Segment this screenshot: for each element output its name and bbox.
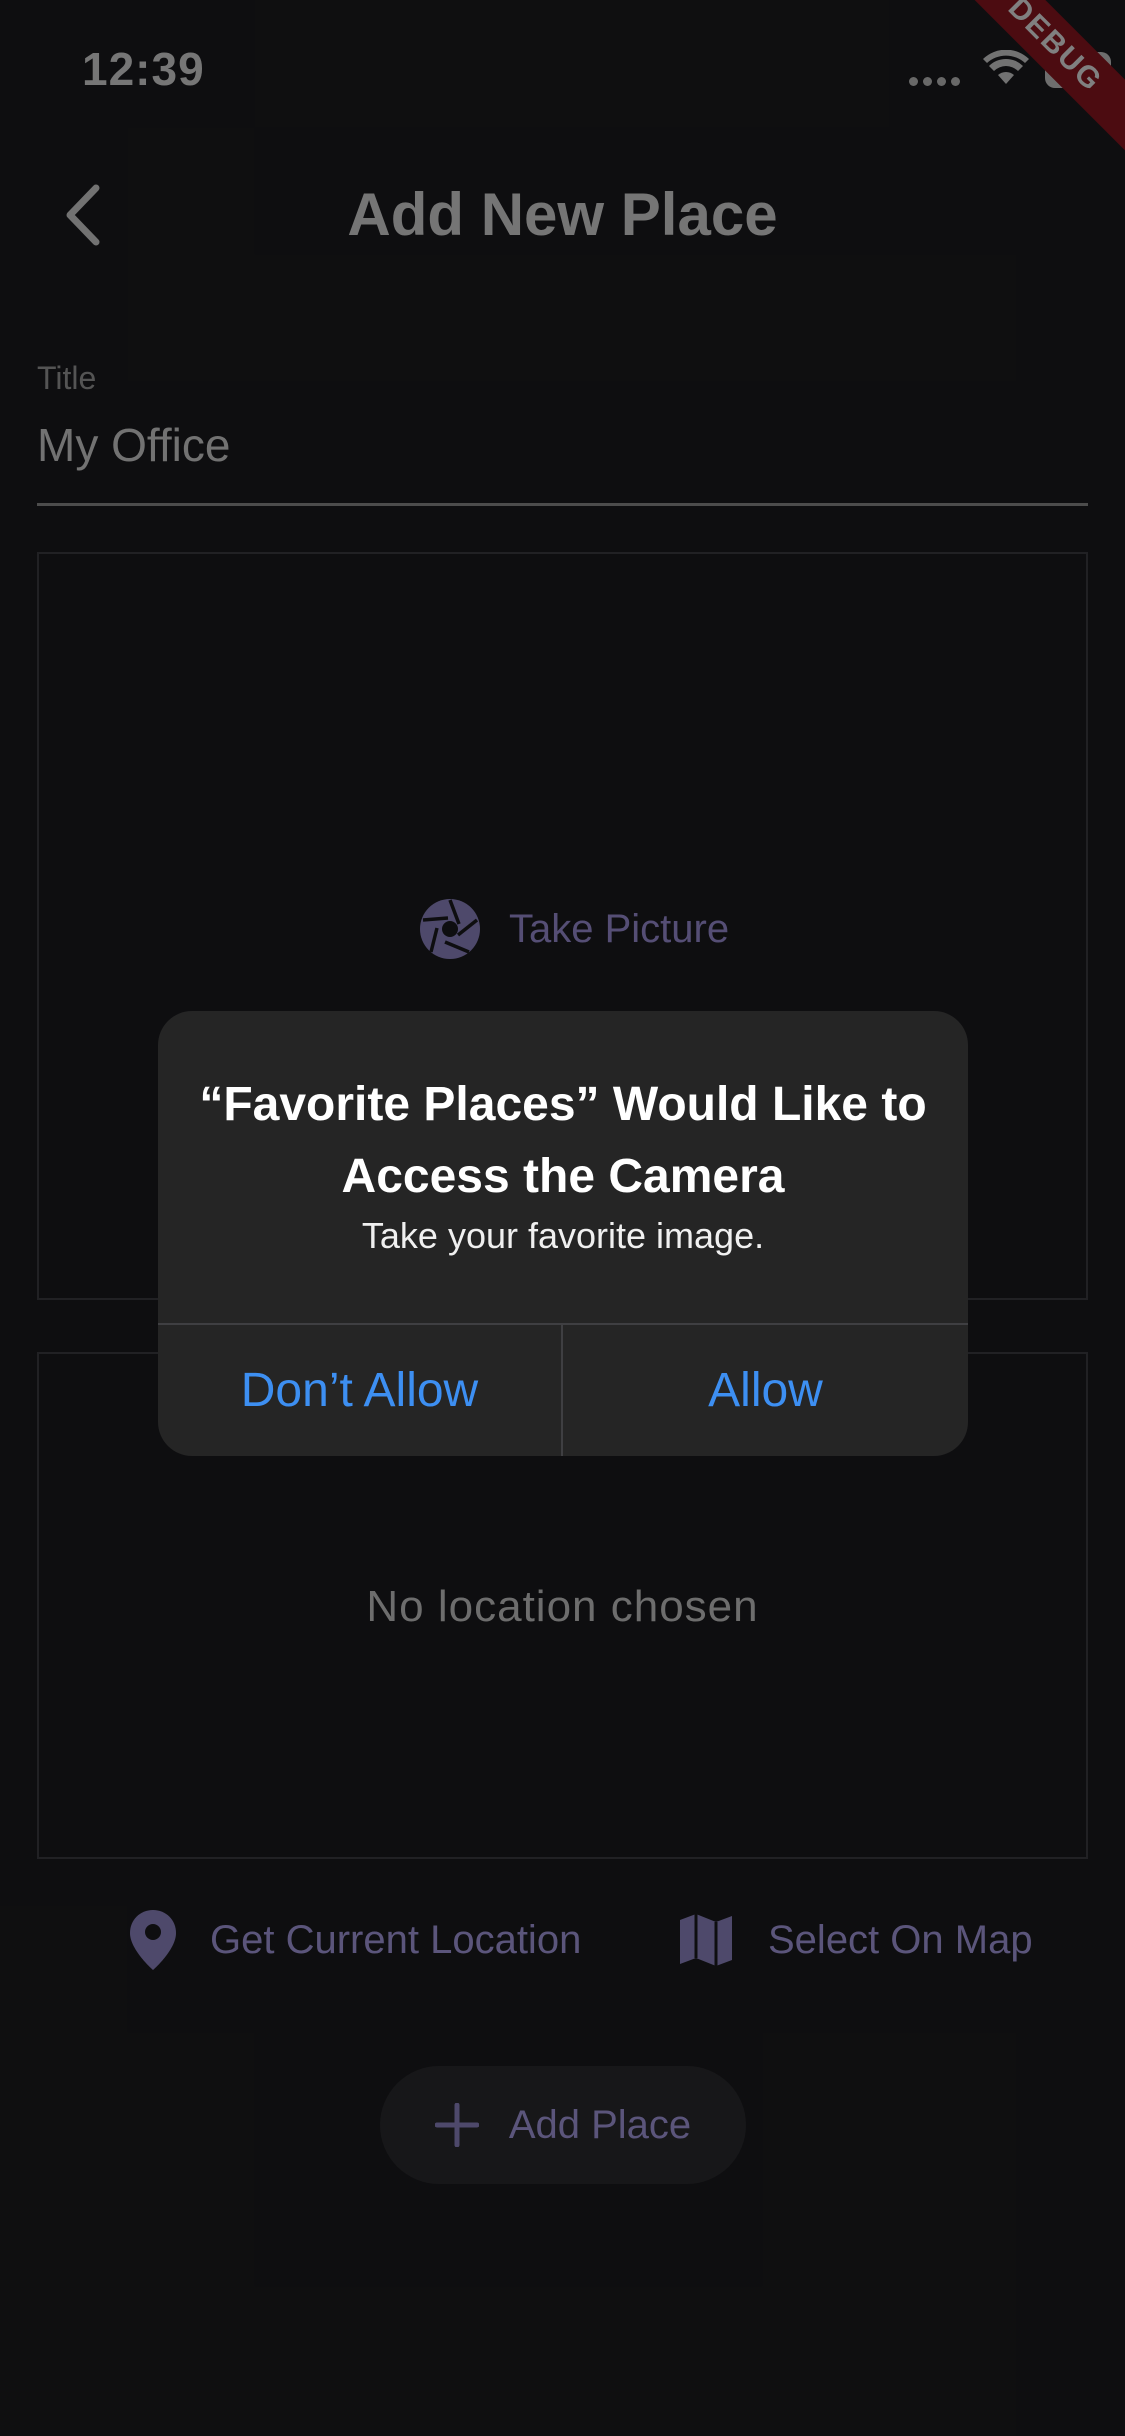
- allow-button[interactable]: Allow: [563, 1325, 968, 1456]
- alert-message: Take your favorite image.: [361, 1215, 765, 1256]
- alert-title: “Favorite Places” Would Like to Access t…: [199, 1078, 927, 1203]
- dont-allow-button[interactable]: Don’t Allow: [158, 1325, 561, 1456]
- camera-permission-alert: “Favorite Places” Would Like to Access t…: [158, 1011, 968, 1456]
